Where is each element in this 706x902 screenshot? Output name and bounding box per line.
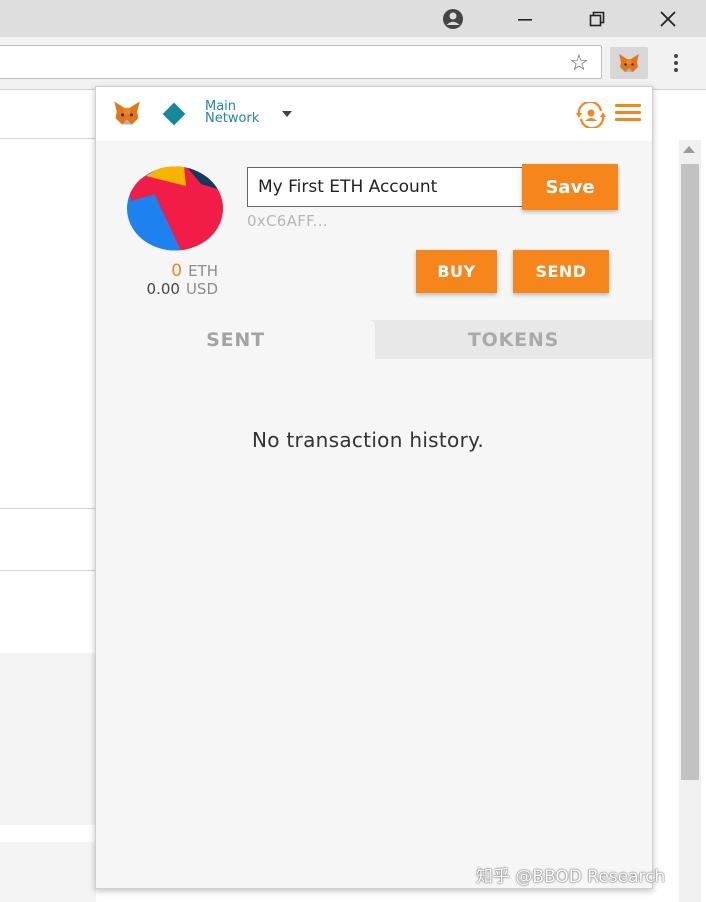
- hamburger-menu-icon[interactable]: [615, 104, 641, 125]
- popup-header: Main Network: [96, 87, 652, 141]
- caret-down-icon[interactable]: [282, 111, 292, 117]
- eth-unit: ETH: [188, 262, 218, 280]
- address-bar[interactable]: ☆: [0, 45, 602, 79]
- account-identicon: [127, 166, 223, 251]
- network-selector[interactable]: Main Network: [205, 100, 275, 126]
- metamask-popup: Main Network 0ETH 0.00USD Save 0xC6AFF: [95, 86, 653, 889]
- scroll-up-arrow-icon[interactable]: [683, 146, 695, 153]
- scroll-thumb[interactable]: [681, 164, 699, 780]
- star-icon[interactable]: ☆: [565, 52, 593, 76]
- usd-unit: USD: [185, 280, 218, 298]
- metamask-fox-icon: [619, 54, 639, 72]
- page-scrollbar[interactable]: [679, 140, 701, 902]
- minimize-button[interactable]: [505, 0, 545, 37]
- usd-balance-value: 0.00: [146, 280, 180, 298]
- background-panel: [0, 653, 96, 825]
- account-switch-icon[interactable]: [575, 102, 607, 128]
- restore-button[interactable]: [577, 0, 617, 37]
- profile-icon[interactable]: [433, 0, 473, 37]
- network-diamond-icon[interactable]: [162, 102, 186, 126]
- browser-menu-button[interactable]: [664, 47, 688, 79]
- eth-balance-value: 0: [171, 261, 183, 281]
- eth-balance: 0 ETH: [126, 261, 218, 281]
- usd-balance: 0.00 USD: [116, 281, 218, 297]
- tab-tokens[interactable]: TOKENS: [375, 320, 652, 359]
- empty-state-message: No transaction history.: [251, 428, 485, 452]
- tab-sent[interactable]: SENT: [96, 320, 375, 359]
- divider: [0, 508, 96, 509]
- account-name-input[interactable]: [247, 167, 523, 207]
- more-vertical-icon: [674, 54, 678, 72]
- network-label-line2: Network: [205, 111, 260, 126]
- metamask-logo-icon: [114, 101, 140, 125]
- metamask-extension-button[interactable]: [610, 47, 648, 79]
- browser-toolbar: ☆: [0, 37, 706, 90]
- background-panel: [0, 842, 96, 902]
- tab-bar: SENT TOKENS: [96, 320, 652, 359]
- close-window-button[interactable]: [648, 0, 688, 37]
- buy-button[interactable]: BUY: [416, 250, 497, 293]
- watermark: 知乎 @BBOD Research: [476, 867, 666, 887]
- save-button[interactable]: Save: [522, 164, 618, 210]
- window-titlebar: [0, 0, 706, 37]
- divider: [0, 138, 96, 139]
- send-button[interactable]: SEND: [513, 250, 609, 293]
- divider: [0, 570, 96, 571]
- account-address[interactable]: 0xC6AFF...: [247, 212, 328, 230]
